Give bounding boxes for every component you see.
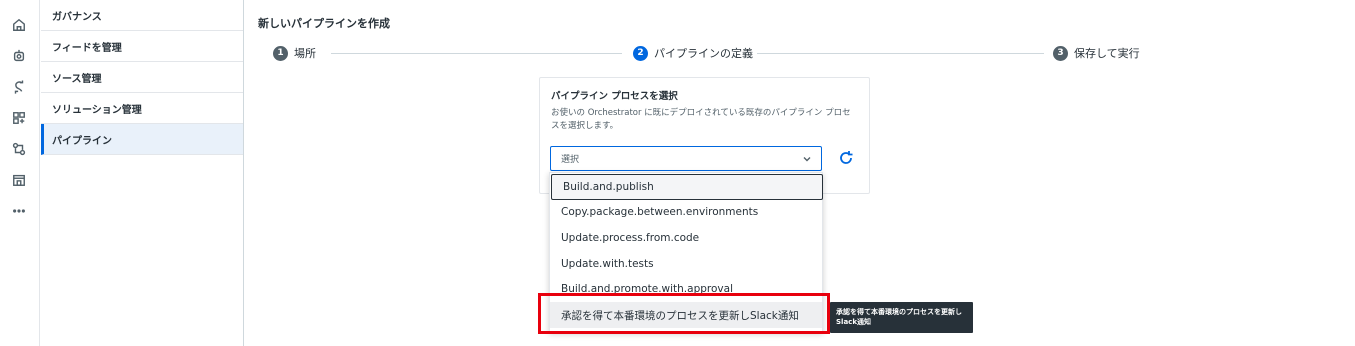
stepper-line-2 — [757, 53, 1044, 54]
stepper-line-1 — [331, 53, 622, 54]
option-tooltip: 承認を得て本番環境のプロセスを更新しSlack通知 — [830, 302, 973, 333]
sidebar-item-pipelines[interactable]: パイプライン — [41, 124, 243, 155]
sidebar-item-manage-feeds[interactable]: フィードを管理 — [41, 31, 243, 62]
sidebar-item-governance[interactable]: ガバナンス — [41, 0, 243, 31]
home-icon[interactable] — [10, 16, 28, 34]
robot-icon[interactable] — [10, 47, 28, 65]
building-icon[interactable] — [10, 171, 28, 189]
step-label: 保存して実行 — [1074, 47, 1140, 60]
sidebar-item-source-control[interactable]: ソース管理 — [41, 62, 243, 93]
process-select[interactable]: 選択 — [550, 146, 822, 171]
chevron-down-icon — [802, 154, 812, 164]
more-icon[interactable] — [10, 202, 28, 220]
dropdown-option[interactable]: Update.with.tests — [550, 251, 822, 277]
step-define-pipeline[interactable]: 2 パイプラインの定義 — [633, 45, 753, 61]
step-number: 1 — [273, 45, 288, 61]
highlight-box — [538, 293, 830, 334]
sidebar-item-solution-management[interactable]: ソリューション管理 — [41, 93, 243, 124]
step-label: 場所 — [294, 47, 316, 60]
refresh-icon[interactable] — [838, 150, 854, 166]
card-description: お使いの Orchestrator に既にデプロイされている既存のパイプライン … — [551, 108, 851, 131]
page-title: 新しいパイプラインを作成 — [258, 17, 390, 30]
dropdown-option[interactable]: Update.process.from.code — [550, 225, 822, 251]
sync-icon[interactable] — [10, 78, 28, 96]
left-rail — [0, 0, 40, 346]
sidebar: ガバナンス フィードを管理 ソース管理 ソリューション管理 パイプライン — [41, 0, 244, 346]
step-number: 3 — [1053, 45, 1068, 61]
step-label: パイプラインの定義 — [654, 47, 753, 60]
step-number: 2 — [633, 45, 648, 61]
step-location[interactable]: 1 場所 — [273, 45, 316, 61]
apps-icon[interactable] — [10, 109, 28, 127]
card-title: パイプライン プロセスを選択 — [551, 91, 678, 102]
dropdown-option[interactable]: Copy.package.between.environments — [550, 199, 822, 225]
integration-icon[interactable] — [10, 140, 28, 158]
dropdown-option[interactable]: Build.and.publish — [551, 174, 823, 200]
select-placeholder: 選択 — [561, 155, 580, 165]
step-save-and-run[interactable]: 3 保存して実行 — [1053, 45, 1140, 61]
